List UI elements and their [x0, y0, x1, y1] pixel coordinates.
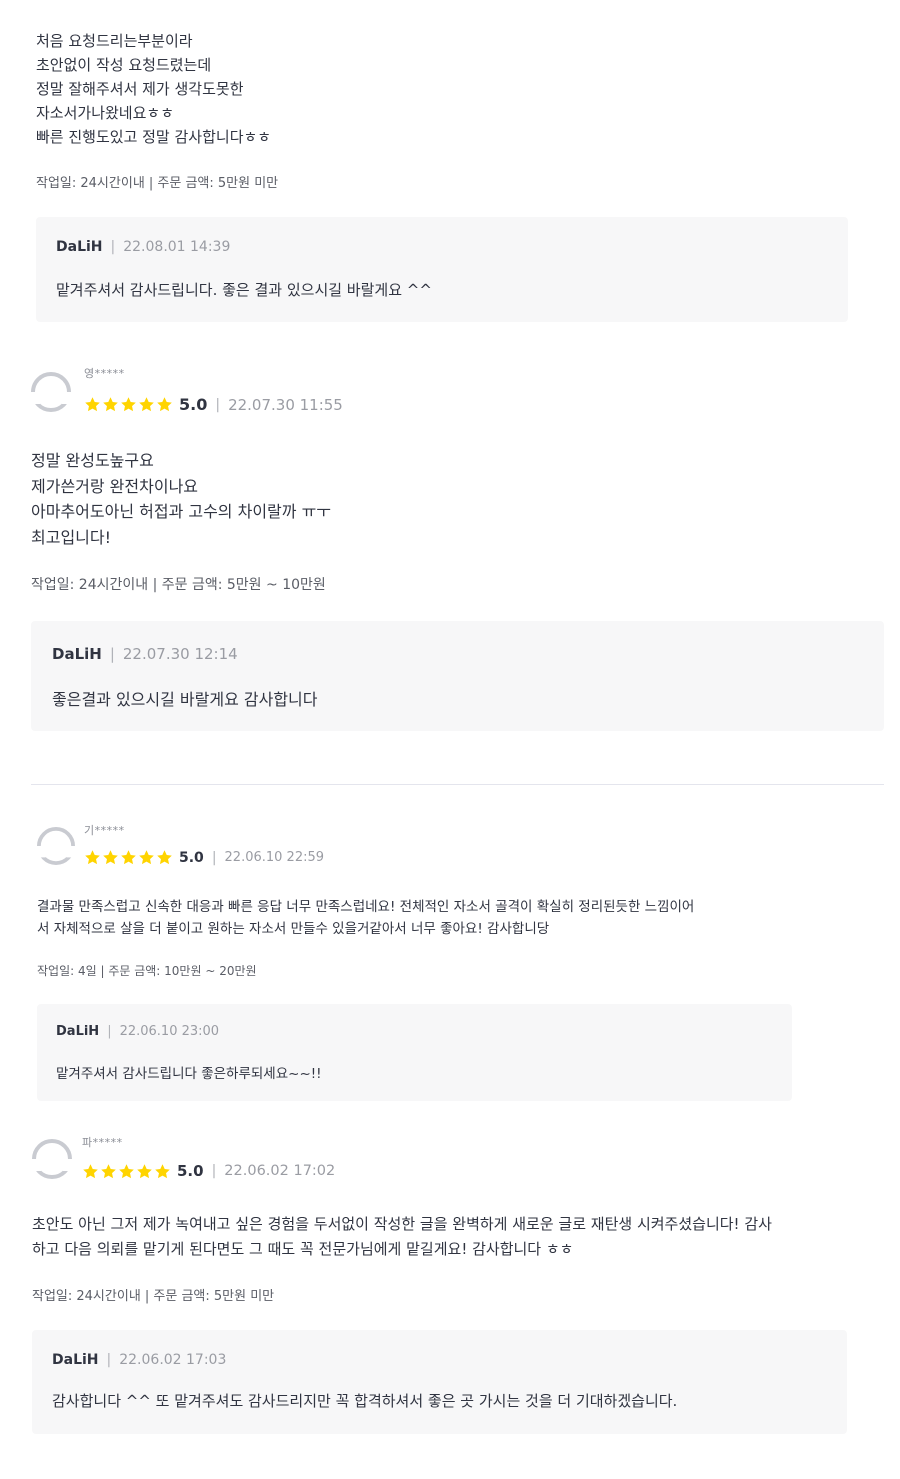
star-icon: [85, 850, 100, 865]
default-profile-icon: [37, 827, 75, 865]
default-profile-icon: [32, 1139, 72, 1179]
seller-reply: DaLiH | 22.08.01 14:39 맡겨주셔서 감사드립니다. 좋은 결과…: [36, 217, 848, 322]
star-icon: [121, 397, 136, 412]
star-icon: [157, 850, 172, 865]
reviewer-nickname: 파*****: [82, 1136, 123, 1149]
reply-seller-name[interactable]: DaLiH: [52, 645, 102, 663]
review-body: 정말 완성도높구요 제가쓴거랑 완전차이나요 아마추어도아닌 허접과 고수의 차…: [31, 451, 332, 547]
review-body: 초안도 아닌 그저 제가 녹여내고 싶은 경험을 두서없이 작성한 글을 완벽하…: [32, 1215, 772, 1258]
divider: [31, 784, 884, 785]
star-icon: [103, 850, 118, 865]
reply-text: 좋은결과 있으시길 바랄게요 감사합니다: [52, 690, 318, 709]
star-icon: [137, 1163, 152, 1178]
reviewer-nickname: 기*****: [84, 824, 125, 837]
rating-row: 5.0 | 22.06.10 22:59: [84, 849, 324, 866]
reply-date: 22.07.30 12:14: [122, 645, 238, 663]
review-body: 처음 요청드리는부분이라 초안없이 작성 요청드렸는데 정말 잘해주셔서 제가 …: [36, 32, 272, 146]
star-icon: [83, 1163, 98, 1178]
reply-seller-name[interactable]: DaLiH: [52, 1352, 99, 1368]
reply-text: 맡겨주셔서 감사드립니다 좋은하루되세요~~!!: [56, 1066, 322, 1082]
star-rating: [84, 849, 173, 866]
star-icon: [101, 1163, 116, 1178]
reply-header: DaLiH | 22.07.30 12:14: [52, 645, 238, 663]
reply-header: DaLiH | 22.06.02 17:03: [52, 1352, 227, 1368]
reply-header: DaLiH | 22.06.10 23:00: [56, 1024, 220, 1039]
reviewer-nickname: 영*****: [84, 367, 125, 380]
default-profile-icon: [31, 372, 71, 412]
rating-score: 5.0: [179, 849, 204, 866]
seller-reply: DaLiH | 22.07.30 12:14 좋은결과 있으시길 바랄게요 감사합니…: [31, 621, 884, 731]
review-meta: 작업일: 24시간이내 | 주문 금액: 5만원 ~ 10만원: [31, 577, 326, 593]
review-meta: 작업일: 4일 | 주문 금액: 10만원 ~ 20만원: [37, 964, 257, 978]
reply-text: 감사합니다 ^^ 또 맡겨주셔도 감사드리지만 꼭 합격하셔서 좋은 곳 가시는…: [52, 1392, 678, 1410]
star-icon: [103, 397, 118, 412]
review-date: 22.07.30 11:55: [228, 395, 343, 414]
rating-row: 5.0 | 22.06.02 17:02: [82, 1162, 335, 1180]
reply-date: 22.06.02 17:03: [119, 1352, 227, 1368]
reply-date: 22.08.01 14:39: [123, 239, 231, 255]
star-icon: [119, 1163, 134, 1178]
star-rating: [82, 1163, 171, 1180]
star-icon: [157, 397, 172, 412]
star-icon: [139, 850, 154, 865]
reply-header: DaLiH | 22.08.01 14:39: [56, 239, 231, 255]
star-icon: [121, 850, 136, 865]
rating-row: 5.0 | 22.07.30 11:55: [84, 395, 343, 414]
review-meta: 작업일: 24시간이내 | 주문 금액: 5만원 미만: [36, 176, 279, 191]
review-date: 22.06.02 17:02: [224, 1163, 336, 1179]
seller-reply: DaLiH | 22.06.02 17:03 감사합니다 ^^ 또 맡겨주셔도 감사…: [32, 1330, 847, 1434]
reply-seller-name[interactable]: DaLiH: [56, 1024, 99, 1039]
reply-text: 맡겨주셔서 감사드립니다. 좋은 결과 있으시길 바랄게요 ^^: [56, 281, 432, 299]
star-icon: [85, 397, 100, 412]
seller-reply: DaLiH | 22.06.10 23:00 맡겨주셔서 감사드립니다 좋은하루되세…: [37, 1004, 792, 1101]
review-body: 결과물 만족스럽고 신속한 대응과 빠른 응답 너무 만족스럽네요! 전체적인 …: [37, 899, 695, 937]
star-rating: [84, 396, 173, 413]
reply-date: 22.06.10 23:00: [119, 1024, 220, 1039]
star-icon: [139, 397, 154, 412]
rating-score: 5.0: [179, 395, 208, 414]
review-meta: 작업일: 24시간이내 | 주문 금액: 5만원 미만: [32, 1289, 275, 1304]
review-date: 22.06.10 22:59: [224, 850, 325, 865]
rating-score: 5.0: [177, 1162, 204, 1180]
star-icon: [155, 1163, 170, 1178]
reply-seller-name[interactable]: DaLiH: [56, 239, 103, 255]
